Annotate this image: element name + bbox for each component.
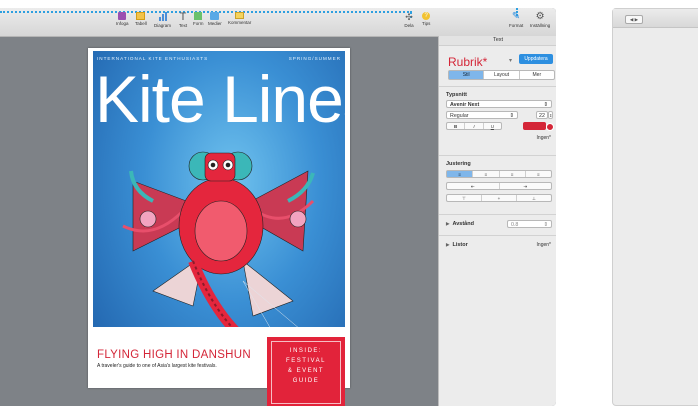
font-family-value: Avenir Next: [450, 102, 480, 108]
tips-icon: ?: [422, 12, 431, 20]
back-forward-buttons[interactable]: ◀ ▶: [625, 15, 643, 24]
spacing-label: Avstånd: [452, 221, 474, 227]
chart-icon: [158, 12, 168, 22]
paragraph-style-section: Rubrik* ▾ Uppdatera Stil Layout Mer: [439, 46, 556, 87]
indent-buttons: ⇤ ⇥: [446, 182, 552, 190]
lists-value[interactable]: Ingen*: [537, 242, 551, 248]
bold-button[interactable]: B: [447, 123, 466, 129]
font-family-select[interactable]: Avenir Next ⇕: [446, 100, 552, 108]
horizontal-alignment-buttons: ≡ ≡ ≡ ≡: [446, 170, 552, 178]
cover-subline[interactable]: A traveler's guide to one of Asia's larg…: [97, 363, 217, 369]
toolbar-shape-button[interactable]: Form: [193, 12, 204, 26]
toolbar-share-button[interactable]: ✣ Dela: [404, 12, 414, 28]
align-right-button[interactable]: ≡: [500, 171, 526, 177]
tab-style[interactable]: Stil: [449, 71, 485, 79]
cover-headline[interactable]: FLYING HIGH IN DANSHUN: [97, 349, 251, 361]
align-left-button[interactable]: ≡: [447, 171, 474, 177]
toolbar-settings-button[interactable]: ⚙ Inställning: [530, 11, 550, 29]
spacing-row: ▶ Avstånd: [446, 221, 474, 227]
cover-tagline: INTERNATIONAL KITE ENTHUSIASTS: [97, 56, 209, 61]
toolbar-tips-button[interactable]: ? Tips: [422, 12, 430, 26]
toolbar-format-button[interactable]: ✎ Format: [509, 11, 523, 29]
lists-row: ▶ Listor: [446, 242, 468, 248]
decrease-indent-button[interactable]: ⇤: [447, 183, 500, 189]
shape-icon: [194, 12, 203, 20]
update-style-button[interactable]: Uppdatera: [519, 54, 553, 64]
toolbar: Infoga Tabell Diagram T Text Form Medier…: [0, 8, 556, 37]
panel-tabs: Stil Layout Mer: [448, 70, 555, 80]
text-style-buttons: B I U: [446, 122, 502, 130]
disclosure-triangle-icon: ▶: [446, 242, 450, 247]
format-inspector-panel: Text Rubrik* ▾ Uppdatera Stil Layout Mer…: [438, 36, 556, 406]
format-brush-icon: ✎: [511, 11, 521, 22]
toolbar-media-button[interactable]: Medier: [208, 12, 222, 26]
lists-label: Listor: [452, 242, 468, 248]
alignment-section: Justering ≡ ≡ ≡ ≡ ⇤ ⇥ ⊤ + ⊥: [439, 156, 556, 215]
spacing-select[interactable]: 0.8 ⇕: [507, 220, 552, 228]
disclosure-triangle-icon: ▶: [446, 221, 450, 226]
document-page[interactable]: INTERNATIONAL KITE ENTHUSIASTS SPRING/SU…: [88, 48, 350, 406]
pages-window: Infoga Tabell Diagram T Text Form Medier…: [0, 8, 556, 406]
spacing-value: 0.8: [511, 222, 519, 228]
align-bottom-button[interactable]: ⊥: [517, 195, 551, 201]
second-window: ◀ ▶: [612, 8, 698, 406]
chevron-down-icon[interactable]: ▾: [509, 57, 512, 64]
align-justify-button[interactable]: ≡: [526, 171, 551, 177]
chevron-updown-icon: ⇕: [509, 113, 514, 119]
tab-layout[interactable]: Layout: [484, 71, 520, 79]
inside-callout-box[interactable]: INSIDE: FESTIVAL & EVENT GUIDE: [267, 337, 345, 406]
toolbar-insert-button[interactable]: Infoga: [116, 12, 129, 26]
cover-season: SPRING/SUMMER: [288, 56, 341, 61]
toolbar-text-button[interactable]: T Text: [178, 11, 188, 29]
spacing-section[interactable]: ▶ Avstånd 0.8 ⇕: [439, 215, 556, 236]
color-picker-icon[interactable]: [546, 123, 554, 131]
lists-section[interactable]: ▶ Listor Ingen*: [439, 236, 556, 256]
text-color-well[interactable]: [523, 122, 546, 130]
align-center-button[interactable]: ≡: [473, 171, 500, 177]
toolbar-table-button[interactable]: Tabell: [135, 12, 147, 26]
align-middle-button[interactable]: +: [482, 195, 517, 201]
font-size-field[interactable]: 22: [536, 111, 548, 119]
toolbar-chart-button[interactable]: Diagram: [154, 12, 171, 28]
share-icon: ✣: [405, 12, 413, 22]
font-style-value: Regular: [450, 113, 469, 119]
italic-button[interactable]: I: [465, 123, 484, 129]
vertical-alignment-buttons: ⊤ + ⊥: [446, 194, 552, 202]
underline-button[interactable]: U: [484, 123, 501, 129]
settings-gear-icon: ⚙: [535, 11, 545, 22]
kite-illustration: [122, 151, 345, 367]
text-icon: T: [179, 11, 187, 23]
font-heading: Typsnitt: [446, 92, 467, 98]
increase-indent-button[interactable]: ⇥: [500, 183, 552, 189]
char-style-value[interactable]: Ingen*: [537, 135, 551, 141]
chevron-updown-icon: ⇕: [543, 222, 548, 228]
font-size-stepper[interactable]: ⇕: [548, 111, 553, 119]
inside-callout-frame: [271, 341, 341, 404]
table-icon: [136, 12, 146, 20]
media-icon: [210, 12, 220, 20]
cover-image: INTERNATIONAL KITE ENTHUSIASTS SPRING/SU…: [93, 51, 345, 375]
toolbar-comment-button[interactable]: Kommentar: [228, 12, 251, 25]
tab-more[interactable]: Mer: [520, 71, 554, 79]
paragraph-style-name[interactable]: Rubrik*: [448, 55, 487, 69]
font-style-select[interactable]: Regular ⇕: [446, 111, 518, 119]
panel-title: Text: [439, 36, 556, 46]
dotted-guide: [0, 11, 412, 13]
alignment-heading: Justering: [446, 161, 471, 167]
chevron-updown-icon: ⇕: [543, 102, 548, 108]
comment-icon: [235, 12, 245, 19]
align-top-button[interactable]: ⊤: [447, 195, 482, 201]
font-section: Typsnitt Avenir Next ⇕ Regular ⇕ 22 ⇕ B …: [439, 87, 556, 156]
cover-top-line: INTERNATIONAL KITE ENTHUSIASTS SPRING/SU…: [97, 56, 341, 61]
insert-icon: [118, 12, 127, 20]
